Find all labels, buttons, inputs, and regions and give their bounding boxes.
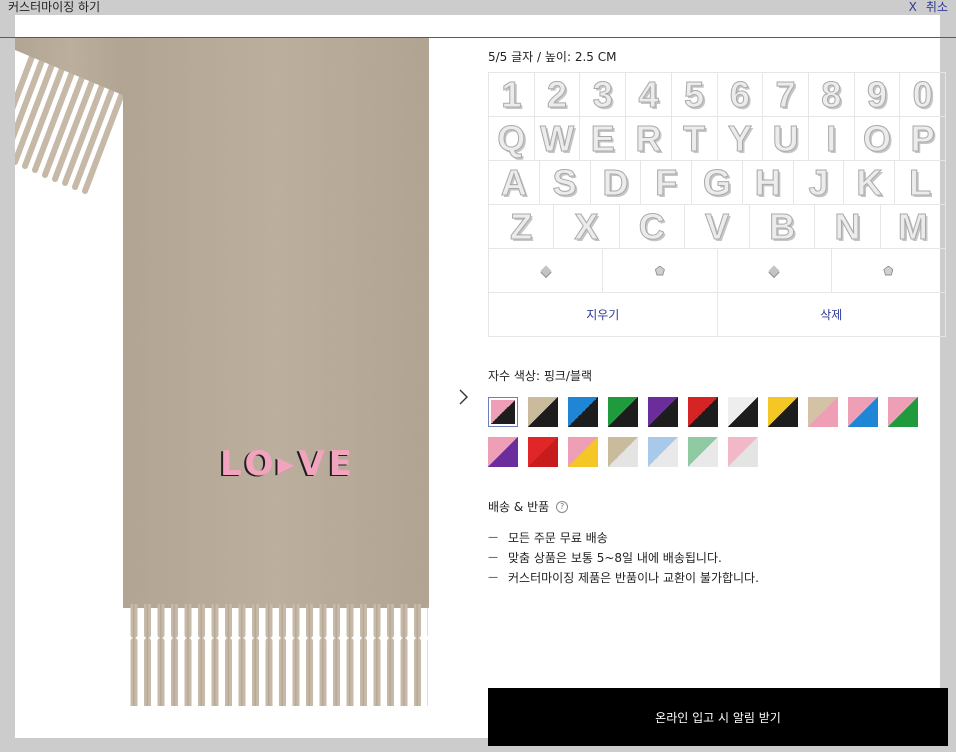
key-4[interactable]: 4 [626,73,672,117]
pentagon-icon [654,265,665,276]
header-divider [0,37,956,38]
key-p[interactable]: P [900,117,947,161]
key-q[interactable]: Q [489,117,535,161]
keyboard-row: ASDFGHJKL [489,161,947,205]
key-e[interactable]: E [580,117,627,161]
key-x[interactable]: X [554,205,620,249]
customize-modal: 커스터마이징 하기 X 취소 LO▸VE 5/5 글자 / 높이: 2.5 CM… [0,0,956,752]
keyboard-row-actions: 지우기 삭제 [489,293,946,337]
embroidery-preview-text: LO▸VE [220,444,356,484]
color-swatch[interactable] [488,437,518,467]
key-symbol-2[interactable] [603,249,718,293]
key-t[interactable]: T [671,117,718,161]
key-f[interactable]: F [641,161,693,205]
keyboard-row: ZXCVBNM [489,205,946,249]
color-swatch[interactable] [608,437,638,467]
thread-color-label: 자수 색상: 핑크/블랙 [488,369,593,383]
shipping-returns-heading: 배송 & 반품 ? [488,500,569,514]
thread-color-swatches [488,397,918,467]
key-2[interactable]: 2 [534,73,581,117]
pentagon-icon [883,265,894,276]
keyboard-row-symbols [489,249,946,293]
key-g[interactable]: G [692,161,743,205]
key-5[interactable]: 5 [671,73,718,117]
key-1[interactable]: 1 [489,73,535,117]
key-u[interactable]: U [763,117,809,161]
key-3[interactable]: 3 [580,73,627,117]
question-circle-icon[interactable]: ? [556,501,569,513]
color-swatch[interactable] [528,397,558,427]
diamond-icon [539,264,552,277]
delete-button[interactable]: 삭제 [717,293,946,337]
close-x-label: X [908,0,917,14]
color-swatch[interactable] [768,397,798,427]
cancel-label: 취소 [925,0,948,14]
key-w[interactable]: W [534,117,581,161]
key-l[interactable]: L [895,161,947,205]
key-h[interactable]: H [742,161,794,205]
color-swatch[interactable] [888,397,918,427]
engraving-info: 5/5 글자 / 높이: 2.5 CM [488,50,617,64]
list-bullet: — [488,571,498,583]
key-z[interactable]: Z [489,205,555,249]
color-swatch[interactable] [568,397,598,427]
list-item: — 모든 주문 무료 배송 [488,527,759,547]
scarf-body [123,38,429,608]
key-d[interactable]: D [590,161,642,205]
list-item: — 커스터마이징 제품은 반품이나 교환이 불가합니다. [488,567,759,587]
chevron-right-icon[interactable] [456,388,470,406]
key-0[interactable]: 0 [900,73,947,117]
shipping-info-list: — 모든 주문 무료 배송 — 맞춤 상품은 보통 5~8일 내에 배송됩니다.… [488,527,759,587]
list-item-text: 커스터마이징 제품은 반품이나 교환이 불가합니다. [508,570,759,585]
color-swatch[interactable] [728,397,758,427]
keyboard-row: 1234567890 [489,73,947,117]
key-o[interactable]: O [854,117,901,161]
color-swatch[interactable] [528,437,558,467]
list-item-text: 모든 주문 무료 배송 [508,530,608,545]
scarf-product-image [15,38,429,706]
key-6[interactable]: 6 [717,73,764,117]
list-bullet: — [488,551,498,563]
color-swatch[interactable] [648,397,678,427]
color-swatch[interactable] [688,437,718,467]
letter-keyboard: 1234567890QWERTYUIOPASDFGHJKLZXCVBNM 지우기… [488,72,947,337]
list-item: — 맞춤 상품은 보통 5~8일 내에 배송됩니다. [488,547,759,567]
keyboard-row: QWERTYUIOP [489,117,947,161]
key-a[interactable]: A [489,161,540,205]
key-b[interactable]: B [750,205,816,249]
color-swatch[interactable] [608,397,638,427]
key-symbol-3[interactable] [717,249,832,293]
key-j[interactable]: J [793,161,845,205]
scarf-bottom-fringe [128,604,428,706]
shipping-title: 배송 & 반품 [488,500,550,514]
key-n[interactable]: N [815,205,881,249]
key-c[interactable]: C [619,205,685,249]
notify-restock-button[interactable]: 온라인 입고 시 알림 받기 [488,688,948,746]
list-bullet: — [488,531,498,543]
key-k[interactable]: K [844,161,896,205]
diamond-icon [768,264,780,277]
color-swatch[interactable] [848,397,878,427]
key-9[interactable]: 9 [854,73,901,117]
color-swatch[interactable] [808,397,838,427]
modal-title: 커스터마이징 하기 [8,0,101,14]
key-7[interactable]: 7 [763,73,809,117]
list-item-text: 맞춤 상품은 보통 5~8일 내에 배송됩니다. [508,550,722,565]
color-swatch[interactable] [648,437,678,467]
key-i[interactable]: I [808,117,855,161]
key-r[interactable]: R [626,117,672,161]
color-swatch[interactable] [688,397,718,427]
key-v[interactable]: V [684,205,751,249]
key-y[interactable]: Y [717,117,764,161]
color-swatch[interactable] [728,437,758,467]
cancel-button[interactable]: X 취소 [909,0,948,14]
erase-button[interactable]: 지우기 [489,293,718,337]
color-swatch[interactable] [568,437,598,467]
key-symbol-1[interactable] [489,249,604,293]
key-m[interactable]: M [880,205,946,249]
key-symbol-4[interactable] [831,249,946,293]
color-swatch-selected[interactable] [488,397,518,427]
key-8[interactable]: 8 [808,73,855,117]
key-s[interactable]: S [539,161,591,205]
